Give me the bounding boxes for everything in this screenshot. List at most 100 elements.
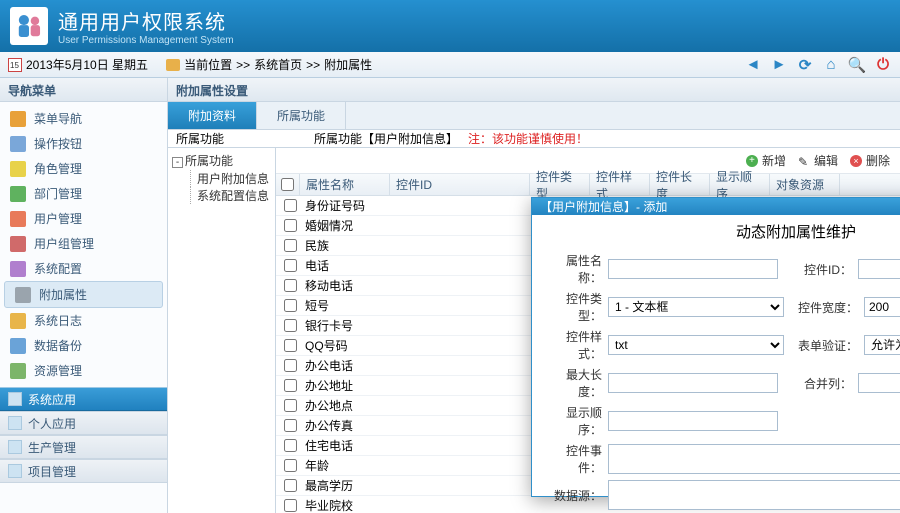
sidebar-item-8[interactable]: 系统日志 [0, 308, 167, 333]
order-input[interactable] [608, 411, 778, 431]
col-head-0[interactable]: 属性名称 [300, 174, 390, 195]
col-head-6[interactable]: 对象资源 [770, 174, 840, 195]
sidebar: 导航菜单 菜单导航操作按钮角色管理部门管理用户管理用户组管理系统配置附加属性系统… [0, 78, 168, 513]
row-checkbox[interactable] [284, 219, 297, 232]
toolbar: 2013年5月10日 星期五 当前位置 >> 系统首页 >> 附加属性 ◄ ► … [0, 52, 900, 78]
maxlen-input[interactable] [608, 373, 778, 393]
tree-child-1[interactable]: 系统配置信息 [190, 187, 271, 204]
warning-text: 注：该功能谨慎使用！ [468, 130, 588, 147]
menu-icon [10, 313, 26, 329]
help-icon[interactable]: ⏻ [874, 56, 892, 74]
tree-child-0[interactable]: 用户附加信息 [190, 170, 271, 187]
sidebar-item-10[interactable]: 资源管理 [0, 358, 167, 383]
menu-icon [10, 161, 26, 177]
sidebar-item-6[interactable]: 系统配置 [0, 256, 167, 281]
sub-info-row: 所属功能 所属功能【用户附加信息】 注：该功能谨慎使用！ [168, 130, 900, 148]
row-checkbox[interactable] [284, 459, 297, 472]
add-button[interactable]: +新增 [746, 152, 786, 169]
sidebar-section-3[interactable]: 项目管理 [0, 459, 167, 483]
menu-icon [15, 287, 31, 303]
bc-current: 附加属性 [324, 56, 372, 73]
menu-icon [10, 363, 26, 379]
sidebar-item-0[interactable]: 菜单导航 [0, 106, 167, 131]
delete-icon: × [850, 155, 862, 167]
row-checkbox[interactable] [284, 399, 297, 412]
row-checkbox[interactable] [284, 239, 297, 252]
pencil-icon: ✎ [798, 155, 810, 167]
dialog-title: 动态附加属性维护 [532, 215, 900, 246]
merge-input[interactable] [858, 373, 900, 393]
refresh-icon[interactable]: ⟳ [796, 56, 814, 74]
col-head-3[interactable]: 控件样式 [590, 174, 650, 195]
menu-icon [10, 136, 26, 152]
content-area: 附加属性设置 附加资料所属功能 所属功能 所属功能【用户附加信息】 注：该功能谨… [168, 78, 900, 513]
app-title: 通用用户权限系统 [58, 6, 234, 35]
event-textarea[interactable] [608, 444, 900, 474]
formval-select[interactable]: 允许为空 [864, 335, 900, 355]
row-checkbox[interactable] [284, 359, 297, 372]
delete-button[interactable]: ×删除 [850, 152, 890, 169]
propname-input[interactable] [608, 259, 778, 279]
col-head-1[interactable]: 控件ID [390, 174, 530, 195]
sidebar-section-0[interactable]: 系统应用 [0, 387, 167, 411]
col-head-2[interactable]: 控件类型 [530, 174, 590, 195]
app-header: 通用用户权限系统 User Permissions Management Sys… [0, 0, 900, 52]
sidebar-item-4[interactable]: 用户管理 [0, 206, 167, 231]
sidebar-item-5[interactable]: 用户组管理 [0, 231, 167, 256]
home-icon[interactable]: ⌂ [822, 56, 840, 74]
sidebar-item-1[interactable]: 操作按钮 [0, 131, 167, 156]
row-checkbox[interactable] [284, 279, 297, 292]
row-checkbox[interactable] [284, 419, 297, 432]
datasrc-textarea[interactable] [608, 480, 900, 510]
row-checkbox[interactable] [284, 339, 297, 352]
ctrlstyle-select[interactable]: txt [608, 335, 784, 355]
back-icon[interactable]: ◄ [744, 56, 762, 74]
ctrlid-input[interactable] [858, 259, 900, 279]
search-icon[interactable]: 🔍 [848, 56, 866, 74]
menu-icon [10, 236, 26, 252]
date-text: 2013年5月10日 星期五 [26, 56, 148, 73]
tree-panel: -所属功能 用户附加信息系统配置信息 [168, 148, 276, 513]
section-icon [8, 392, 22, 406]
breadcrumb: 当前位置 >> 系统首页 >> 附加属性 [166, 56, 372, 73]
tabs: 附加资料所属功能 [168, 102, 900, 130]
menu-icon [10, 338, 26, 354]
tab-0[interactable]: 附加资料 [168, 102, 257, 129]
row-checkbox[interactable] [284, 199, 297, 212]
grid-header: 属性名称控件ID控件类型控件样式控件长度显示顺序对象资源 [276, 174, 900, 196]
dialog-header[interactable]: 【用户附加信息】- 添加 ✕ [532, 198, 900, 215]
sidebar-item-7[interactable]: 附加属性 [4, 281, 163, 308]
select-all-checkbox[interactable] [281, 178, 294, 191]
tree-root[interactable]: -所属功能 [172, 152, 271, 170]
edit-button[interactable]: ✎编辑 [798, 152, 838, 169]
tab-1[interactable]: 所属功能 [257, 102, 346, 129]
sidebar-item-9[interactable]: 数据备份 [0, 333, 167, 358]
plus-icon: + [746, 155, 758, 167]
avatar [10, 7, 48, 45]
section-icon [8, 416, 22, 430]
sidebar-item-3[interactable]: 部门管理 [0, 181, 167, 206]
col-head-4[interactable]: 控件长度 [650, 174, 710, 195]
app-subtitle: User Permissions Management System [58, 35, 234, 46]
row-checkbox[interactable] [284, 299, 297, 312]
sidebar-section-2[interactable]: 生产管理 [0, 435, 167, 459]
row-checkbox[interactable] [284, 499, 297, 512]
bc-home[interactable]: 系统首页 [254, 56, 302, 73]
ctrlwidth-input[interactable] [864, 297, 900, 317]
row-checkbox[interactable] [284, 379, 297, 392]
panel-head: 附加属性设置 [168, 78, 900, 102]
sidebar-section-1[interactable]: 个人应用 [0, 411, 167, 435]
sidebar-item-2[interactable]: 角色管理 [0, 156, 167, 181]
section-icon [8, 464, 22, 478]
calendar-icon [8, 58, 22, 72]
col-head-5[interactable]: 显示顺序 [710, 174, 770, 195]
row-checkbox[interactable] [284, 439, 297, 452]
row-checkbox[interactable] [284, 479, 297, 492]
row-checkbox[interactable] [284, 259, 297, 272]
forward-icon[interactable]: ► [770, 56, 788, 74]
row-checkbox[interactable] [284, 319, 297, 332]
folder-icon [166, 59, 180, 71]
section-icon [8, 440, 22, 454]
ctrltype-select[interactable]: 1 - 文本框 [608, 297, 784, 317]
menu-icon [10, 261, 26, 277]
